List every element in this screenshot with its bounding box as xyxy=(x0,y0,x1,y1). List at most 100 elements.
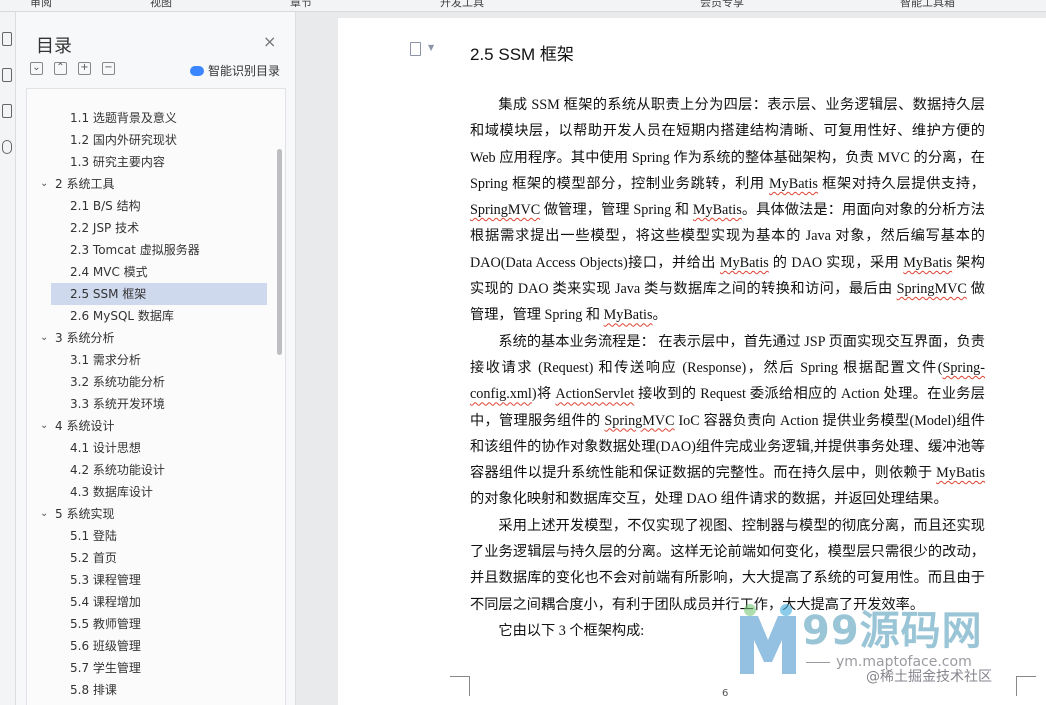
top-toolbar: 审阅 视图 章节 开发工具 会员专享 智能工具箱 xyxy=(0,0,1046,12)
close-icon[interactable]: × xyxy=(263,32,276,51)
text-run: 做管理，管理 Spring 和 xyxy=(540,202,693,219)
toolbar-tab[interactable]: 章节 xyxy=(290,0,312,10)
toc-item-label: 5.7 学生管理 xyxy=(70,661,141,675)
document-area: ▼ 2.5 SSM 框架 集成 SSM 框架的系统从职责上分为四层：表示层、业务… xyxy=(296,12,1046,705)
toc-item-label: 5.8 排课 xyxy=(70,683,117,697)
toc-item-label: 1.2 国内外研究现状 xyxy=(70,133,177,147)
toc-item-label: 2.6 MySQL 数据库 xyxy=(70,309,174,323)
text-run: )将 xyxy=(531,386,556,403)
toolbar-tab[interactable]: 会员专享 xyxy=(700,0,744,10)
spellcheck-word: SpringMVC xyxy=(896,281,967,298)
toc-item-label: 5 系统实现 xyxy=(55,507,115,521)
toc-item-active[interactable]: 2.5 SSM 框架 xyxy=(51,283,267,305)
toc-item-label: 2.2 JSP 技术 xyxy=(70,221,140,235)
search-icon[interactable] xyxy=(2,140,12,154)
ai-assistant-icon xyxy=(190,65,204,76)
toc-item-label: 1.1 选题背景及意义 xyxy=(70,111,177,125)
toc-item[interactable]: 4.3 数据库设计 xyxy=(27,481,271,503)
toc-item-label: 4.1 设计思想 xyxy=(70,441,141,455)
body-paragraph[interactable]: 采用上述开发模型，不仅实现了视图、控制器与模型的彻底分离，而且还实现了业务逻辑层… xyxy=(470,513,985,618)
toc-item[interactable]: 2.1 B/S 结构 xyxy=(27,195,271,217)
chevron-down-icon[interactable]: ⌄ xyxy=(40,415,48,437)
toc-item[interactable]: 2.2 JSP 技术 xyxy=(27,217,271,239)
toc-item-label: 3 系统分析 xyxy=(55,331,115,345)
chevron-down-icon[interactable]: ▼ xyxy=(428,43,434,52)
toc-item-label: 3.2 系统功能分析 xyxy=(70,375,165,389)
toc-item[interactable]: 2.3 Tomcat 虚拟服务器 xyxy=(27,239,271,261)
toc-item[interactable]: 2.6 MySQL 数据库 xyxy=(27,305,271,327)
text-run: 。 xyxy=(652,307,667,324)
expand-all-button[interactable]: ⌃ xyxy=(54,62,67,75)
toc-item[interactable]: 3.2 系统功能分析 xyxy=(27,371,271,393)
toc-item-label: 5.3 课程管理 xyxy=(70,573,141,587)
chevron-down-icon[interactable]: ⌄ xyxy=(40,327,48,349)
toc-item-label: 5.6 班级管理 xyxy=(70,639,141,653)
toc-item[interactable]: 5.1 登陆 xyxy=(27,525,271,547)
toc-item[interactable]: 5.6 班级管理 xyxy=(27,635,271,657)
spellcheck-word: MyBatis xyxy=(936,465,985,482)
body-paragraph[interactable]: 系统的基本业务流程是： 在表示层中，首先通过 JSP 页面实现交互界面，负责接收… xyxy=(470,329,985,513)
toc-item-label: 4.2 系统功能设计 xyxy=(70,463,165,477)
toc-panel-icon[interactable] xyxy=(2,32,12,46)
page-thumbnail-icon[interactable] xyxy=(2,104,12,118)
toc-item[interactable]: 3.3 系统开发环境 xyxy=(27,393,271,415)
crop-mark-left xyxy=(450,676,470,696)
section-heading[interactable]: 2.5 SSM 框架 xyxy=(470,40,574,65)
toc-item[interactable]: 4.1 设计思想 xyxy=(27,437,271,459)
toc-item[interactable]: 5.9 排课统计 xyxy=(27,701,271,705)
toc-item[interactable]: 5.8 排课 xyxy=(27,679,271,701)
body-paragraph[interactable]: 集成 SSM 框架的系统从职责上分为四层：表示层、业务逻辑层、数据持久层和域模块… xyxy=(470,92,985,329)
toc-item[interactable]: ⌄ 3 系统分析 xyxy=(27,327,271,349)
toc-item[interactable]: 5.7 学生管理 xyxy=(27,657,271,679)
toc-item-label: 2.1 B/S 结构 xyxy=(70,199,141,213)
toc-item-label: 4 系统设计 xyxy=(55,419,115,433)
text-run: 采用上述开发模型，不仅实现了视图、控制器与模型的彻底分离，而且还实现了业务逻辑层… xyxy=(470,517,985,613)
text-run: 它由以下 3 个框架构成: xyxy=(498,622,645,639)
text-run: 系统的基本业务流程是： 在表示层中，首先通过 JSP 页面实现交互界面，负责接收… xyxy=(470,333,985,376)
toolbar-tab[interactable]: 智能工具箱 xyxy=(900,0,955,10)
paragraph-options-icon[interactable] xyxy=(410,42,421,56)
chevron-down-icon[interactable]: ⌄ xyxy=(40,503,48,525)
toc-item-label: 5.4 课程增加 xyxy=(70,595,141,609)
toc-item[interactable]: 5.3 课程管理 xyxy=(27,569,271,591)
toc-item-label: 5.5 教师管理 xyxy=(70,617,141,631)
toc-item[interactable]: 1.2 国内外研究现状 xyxy=(27,129,271,151)
toc-title: 目录 xyxy=(36,36,72,57)
toc-item-label: 2.3 Tomcat 虚拟服务器 xyxy=(70,243,200,257)
add-heading-button[interactable]: + xyxy=(78,62,91,75)
toolbar-tab[interactable]: 审阅 xyxy=(30,0,52,10)
body-paragraph[interactable]: 它由以下 3 个框架构成: xyxy=(470,618,985,644)
text-run: 的对象化映射和数据库交互，处理 DAO 组件请求的数据，并返回处理结果。 xyxy=(470,491,948,508)
toc-item-label: 4.3 数据库设计 xyxy=(70,485,153,499)
text-run: 的 DAO 实现，采用 xyxy=(768,254,904,271)
toc-panel: 目录 × ⌄ ⌃ + − 智能识别目录 1.1 选题背景及意义 1.2 国内外研究… xyxy=(16,12,296,705)
collapse-all-button[interactable]: ⌄ xyxy=(30,62,43,75)
spellcheck-word: ActionServlet xyxy=(555,386,635,403)
document-body[interactable]: 集成 SSM 框架的系统从职责上分为四层：表示层、业务逻辑层、数据持久层和域模块… xyxy=(470,92,985,644)
toc-item[interactable]: 1.3 研究主要内容 xyxy=(27,151,271,173)
toc-item[interactable]: ⌄ 5 系统实现 xyxy=(27,503,271,525)
smart-toc-button[interactable]: 智能识别目录 xyxy=(190,62,280,79)
spellcheck-word: SpringMVC xyxy=(604,412,675,429)
toc-item[interactable]: 2.4 MVC 模式 xyxy=(27,261,271,283)
toc-item[interactable]: 5.5 教师管理 xyxy=(27,613,271,635)
spellcheck-word: MyBatis xyxy=(769,175,818,192)
bookmark-icon[interactable] xyxy=(2,68,12,82)
remove-heading-button[interactable]: − xyxy=(102,62,115,75)
toolbar-tab[interactable]: 开发工具 xyxy=(440,0,484,10)
toc-toolbar: ⌄ ⌃ + − xyxy=(30,62,115,75)
toc-scrollbar[interactable] xyxy=(277,149,282,355)
toc-item-label: 2 系统工具 xyxy=(55,177,115,191)
toc-item[interactable]: 1.1 选题背景及意义 xyxy=(27,107,271,129)
toc-item[interactable]: ⌄ 2 系统工具 xyxy=(27,173,271,195)
toc-item[interactable]: 5.2 首页 xyxy=(27,547,271,569)
toc-item-label: 3.1 需求分析 xyxy=(70,353,141,367)
spellcheck-word: MyBatis xyxy=(719,254,769,271)
toc-item[interactable]: 5.4 课程增加 xyxy=(27,591,271,613)
spellcheck-word: SpringMVC xyxy=(470,202,541,219)
toc-item[interactable]: 3.1 需求分析 xyxy=(27,349,271,371)
toc-item[interactable]: ⌄ 4 系统设计 xyxy=(27,415,271,437)
chevron-down-icon[interactable]: ⌄ xyxy=(40,173,48,195)
toc-item[interactable]: 4.2 系统功能设计 xyxy=(27,459,271,481)
toolbar-tab[interactable]: 视图 xyxy=(150,0,172,10)
